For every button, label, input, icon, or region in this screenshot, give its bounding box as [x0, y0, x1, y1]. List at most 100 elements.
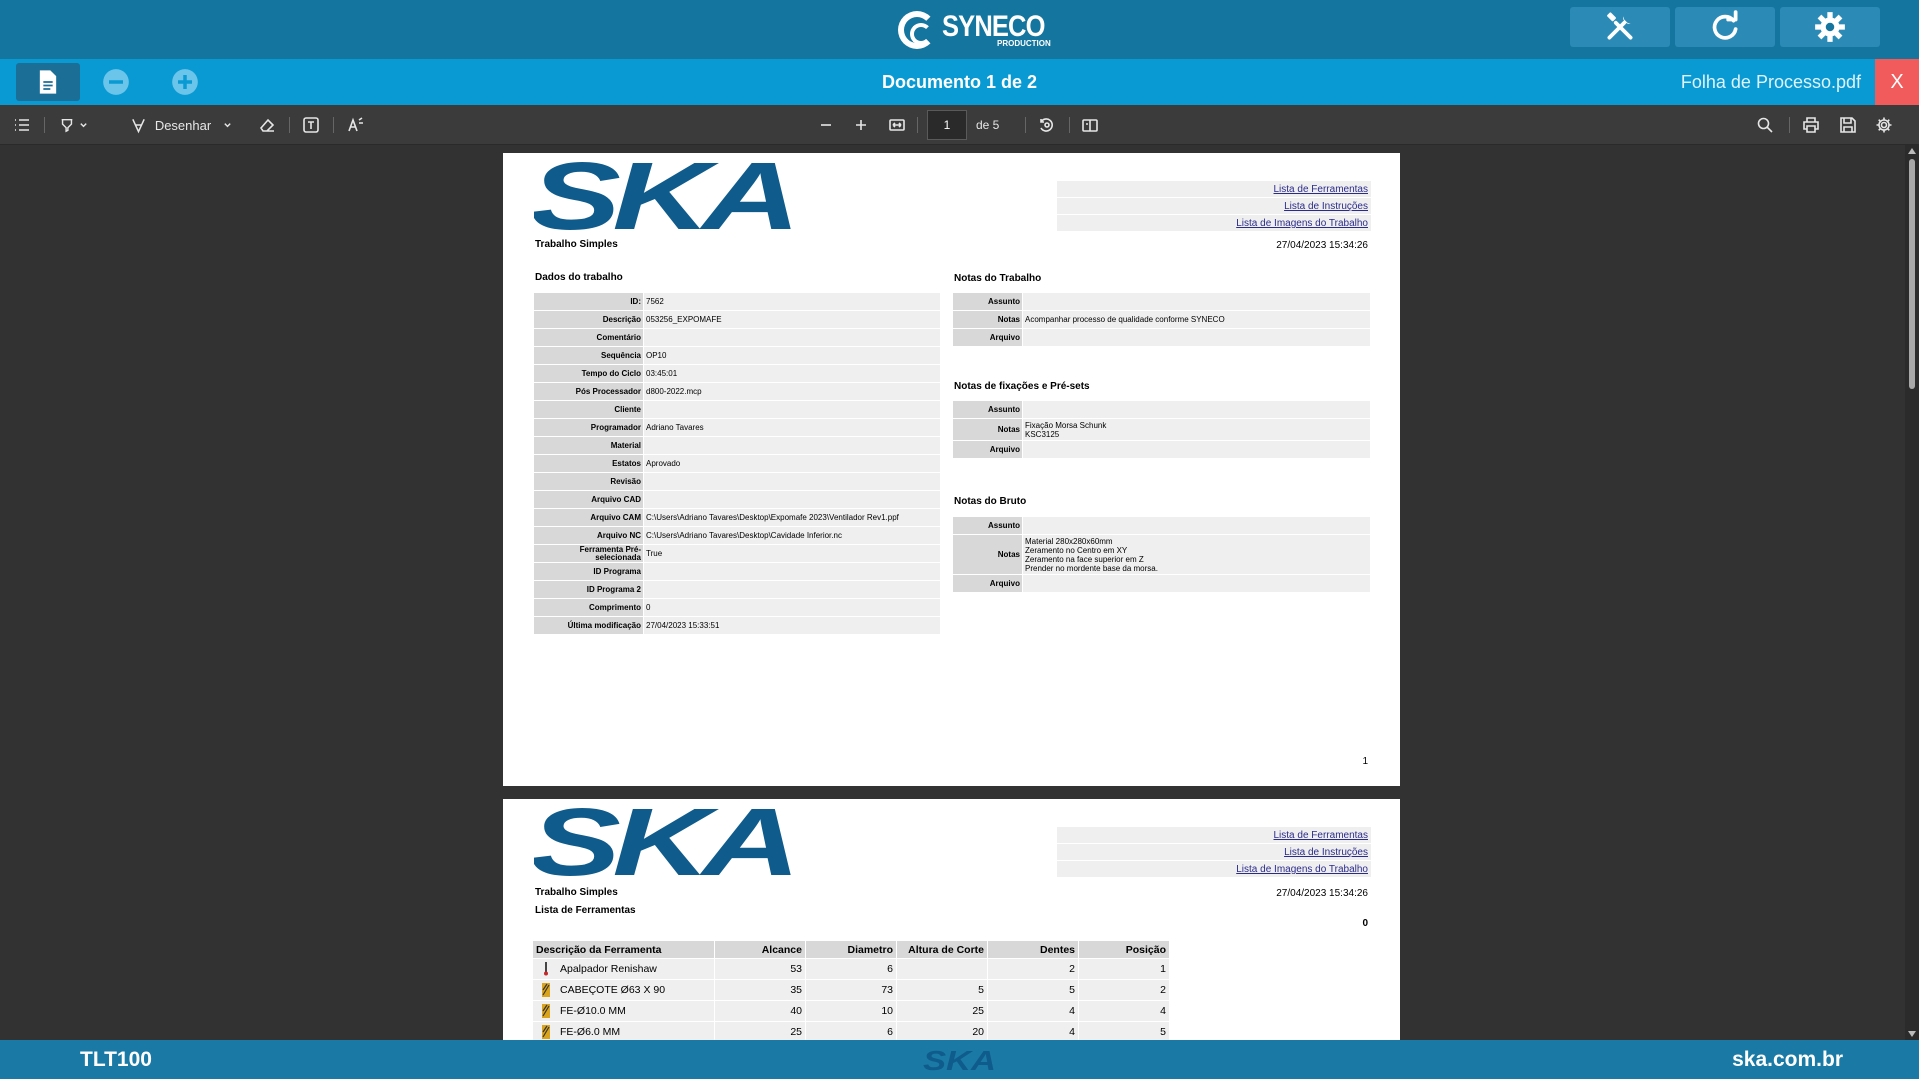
- field-value: [1022, 440, 1371, 459]
- field-label: Notas: [952, 418, 1023, 441]
- search-icon: [1757, 117, 1773, 133]
- field-value: Adriano Tavares: [643, 418, 941, 437]
- document-button[interactable]: [16, 63, 80, 101]
- table-cell: 4: [1078, 1000, 1170, 1022]
- field-value: C:\Users\Adriano Tavares\Desktop\Cavidad…: [643, 526, 941, 545]
- field-row: Arquivo: [952, 440, 1371, 459]
- erase-button[interactable]: [255, 105, 279, 145]
- plus-icon: [856, 120, 866, 130]
- draw-button[interactable]: Desenhar: [122, 105, 240, 145]
- field-label: Arquivo CAM: [533, 508, 644, 527]
- zoom-out-button[interactable]: [814, 105, 838, 145]
- minus-icon: [821, 124, 831, 126]
- divider: [1025, 117, 1026, 133]
- field-row: Notas Acompanhar processo de qualidade co…: [952, 310, 1371, 329]
- field-label: Assunto: [952, 516, 1023, 535]
- scroll-down-arrow[interactable]: [1908, 1031, 1916, 1037]
- link-images-list[interactable]: Lista de Imagens do Trabalho: [1057, 861, 1371, 878]
- field-label: Arquivo: [952, 328, 1023, 347]
- page-view-button[interactable]: [1078, 105, 1102, 145]
- app-footer: TLT100 SKA ska.com.br: [0, 1040, 1919, 1079]
- field-row: Programador Adriano Tavares: [533, 418, 941, 437]
- field-row: ID Programa 2: [533, 580, 941, 599]
- zoom-in-button[interactable]: [849, 105, 873, 145]
- table-cell: 20: [896, 1021, 988, 1040]
- divider: [917, 117, 918, 133]
- link-tools-list[interactable]: Lista de Ferramentas: [1057, 181, 1371, 198]
- field-row: Assunto: [952, 292, 1371, 311]
- ska-footer-logo: SKA: [923, 1048, 996, 1072]
- link-images-list[interactable]: Lista de Imagens do Trabalho: [1057, 215, 1371, 232]
- column-header: Descrição da Ferramenta: [532, 940, 715, 959]
- page-number-input[interactable]: [927, 110, 967, 140]
- timestamp: 27/04/2023 15:34:26: [1276, 240, 1368, 251]
- field-row: Assunto: [952, 400, 1371, 419]
- field-row: Arquivo CAD: [533, 490, 941, 509]
- vertical-scrollbar[interactable]: [1905, 145, 1919, 1040]
- field-row: Estatos Aprovado: [533, 454, 941, 473]
- field-row: Arquivo: [952, 328, 1371, 347]
- highlighter-icon: [61, 118, 72, 133]
- link-instructions-list[interactable]: Lista de Instruções: [1057, 198, 1371, 215]
- column-header: Alcance: [714, 940, 806, 959]
- tools-table: Descrição da Ferramenta Alcance Diametro Al…: [532, 940, 1170, 1040]
- svg-text:SKA: SKA: [923, 1048, 996, 1072]
- field-value: [643, 490, 941, 509]
- facemill-icon: [540, 983, 552, 997]
- search-button[interactable]: [1753, 105, 1777, 145]
- field-label: Material: [533, 436, 644, 455]
- toggle-sidebar-button[interactable]: [10, 105, 34, 145]
- divider: [44, 117, 45, 133]
- tool-description: CABEÇOTE Ø63 X 90: [532, 979, 715, 1001]
- divider: [1069, 117, 1070, 133]
- field-label: Pós Processador: [533, 382, 644, 401]
- field-value: 0: [643, 598, 941, 617]
- field-label: Notas: [952, 534, 1023, 575]
- field-value: 7562: [643, 292, 941, 311]
- save-icon: [1840, 117, 1856, 133]
- highlight-button[interactable]: [54, 105, 92, 145]
- field-value: [643, 562, 941, 581]
- next-document-button[interactable]: [153, 63, 217, 101]
- job-notes-title: Notas do Trabalho: [954, 273, 1042, 284]
- table-cell: 10: [805, 1000, 897, 1022]
- field-row: Descrição 053256_EXPOMAFE: [533, 310, 941, 329]
- link-tools-list[interactable]: Lista de Ferramentas: [1057, 827, 1371, 844]
- eraser-icon: [259, 118, 275, 132]
- close-button[interactable]: X: [1875, 59, 1919, 105]
- field-value: [1022, 292, 1371, 311]
- field-row: Comprimento 0: [533, 598, 941, 617]
- save-button[interactable]: [1836, 105, 1860, 145]
- field-label: Estatos: [533, 454, 644, 473]
- rotate-button[interactable]: [1034, 105, 1058, 145]
- previous-document-button[interactable]: [84, 63, 148, 101]
- tool-name: Apalpador Renishaw: [560, 962, 657, 975]
- field-label: Sequência: [533, 346, 644, 365]
- field-row: Arquivo: [952, 574, 1371, 593]
- fit-width-button[interactable]: [885, 105, 909, 145]
- table-cell: 73: [805, 979, 897, 1001]
- field-label: Revisão: [533, 472, 644, 491]
- pdf-settings-button[interactable]: [1872, 105, 1896, 145]
- app-header: SYNECO PRODUCTION: [0, 0, 1919, 59]
- fixture-notes-title: Notas de fixações e Pré-sets: [954, 381, 1090, 392]
- print-button[interactable]: [1799, 105, 1823, 145]
- field-value: Aprovado: [643, 454, 941, 473]
- field-row: Revisão: [533, 472, 941, 491]
- field-value: [643, 400, 941, 419]
- text-box-button[interactable]: [299, 105, 323, 145]
- field-row: Notas Fixação Morsa Schunk KSC3125: [952, 418, 1371, 441]
- field-label: Arquivo NC: [533, 526, 644, 545]
- scroll-up-arrow[interactable]: [1908, 148, 1916, 154]
- field-value: Material 280x280x60mm Zeramento no Centr…: [1022, 534, 1371, 575]
- settings-button[interactable]: [1780, 7, 1880, 47]
- field-label: Ferramenta Pré-selecionada: [533, 544, 644, 563]
- pdf-viewer[interactable]: SKA Trabalho Simples Lista de Ferramenta…: [0, 145, 1919, 1040]
- link-instructions-list[interactable]: Lista de Instruções: [1057, 844, 1371, 861]
- refresh-button[interactable]: [1675, 7, 1775, 47]
- scrollbar-thumb[interactable]: [1909, 159, 1915, 389]
- field-label: Arquivo: [952, 440, 1023, 459]
- machine-name: TLT100: [80, 1048, 152, 1071]
- tools-button[interactable]: [1570, 7, 1670, 47]
- read-aloud-button[interactable]: [344, 105, 368, 145]
